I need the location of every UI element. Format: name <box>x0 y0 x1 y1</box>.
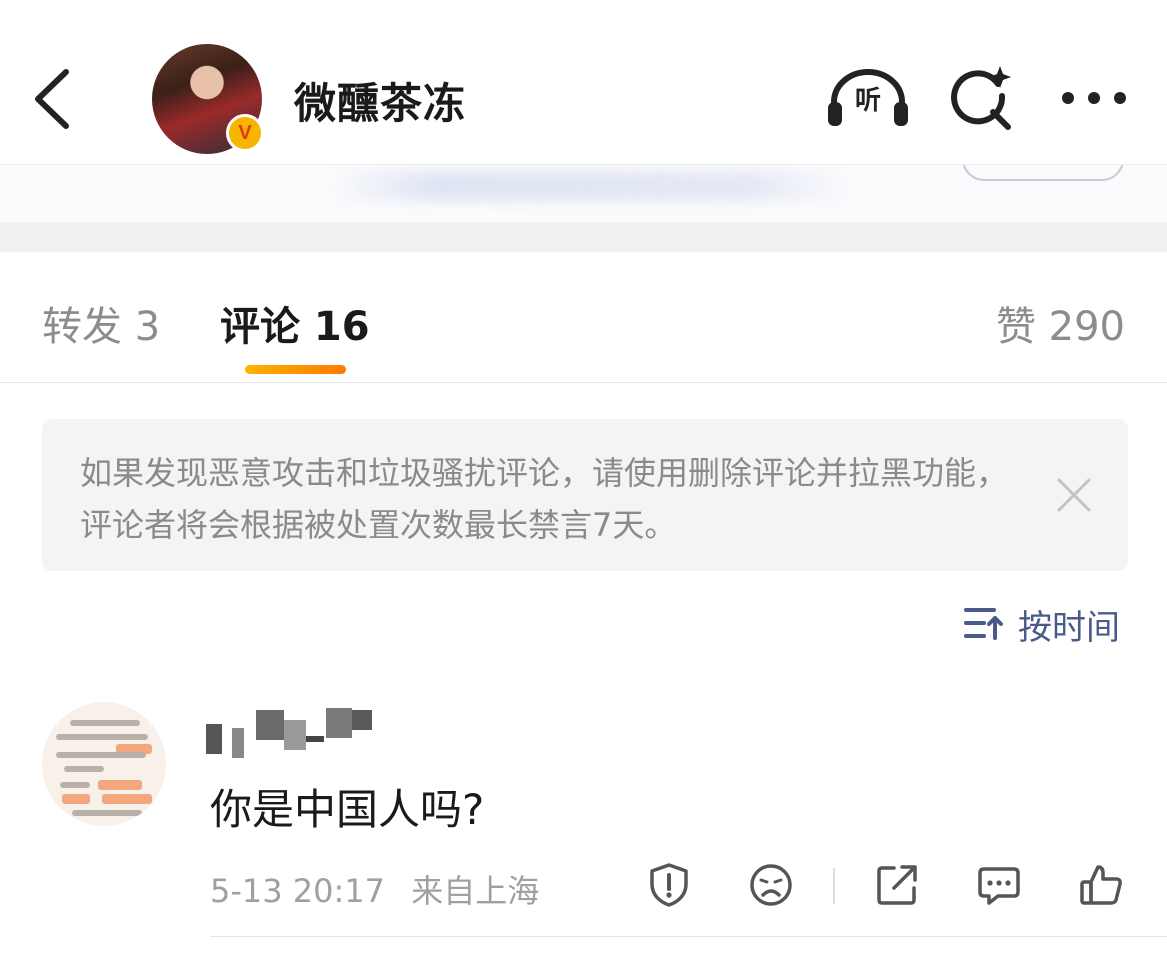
avatar-text-line <box>64 766 104 772</box>
avatar-highlight <box>62 794 90 804</box>
avatar-text-line <box>56 734 148 740</box>
avatar-text-line <box>70 720 140 726</box>
verified-badge: V <box>226 114 264 152</box>
mosaic-block <box>306 736 324 742</box>
avatar-highlight <box>102 794 152 804</box>
comment-text: 你是中国人吗? <box>210 785 485 834</box>
listen-label: 听 <box>854 86 881 116</box>
blurred-text <box>330 171 850 201</box>
report-icon[interactable] <box>646 862 692 908</box>
mosaic-block <box>284 720 306 750</box>
ai-search-icon[interactable] <box>944 62 1018 136</box>
sort-label: 按时间 <box>1018 608 1120 648</box>
moderation-notice: 如果发现恶意攻击和垃圾骚扰评论，请使用删除评论并拉黑功能，评论者将会根据被处置次… <box>42 419 1128 571</box>
section-separator <box>0 222 1167 252</box>
sort-icon <box>964 608 1003 640</box>
author-avatar[interactable]: V <box>152 44 264 154</box>
mosaic-block <box>326 708 352 738</box>
tab-comment[interactable]: 评论 16 <box>220 294 370 352</box>
like-icon[interactable] <box>1078 862 1124 908</box>
tab-repost[interactable]: 转发 3 <box>42 294 160 352</box>
comment-time: 5-13 20:17 <box>210 872 386 910</box>
comment-location: 来自上海 <box>411 872 540 910</box>
dislike-face-icon[interactable] <box>748 862 794 908</box>
top-bar: V 微醺茶冻 听 <box>0 0 1167 164</box>
mosaic-block <box>256 710 284 740</box>
share-icon[interactable] <box>874 862 920 908</box>
avatar-highlight <box>98 780 142 790</box>
post-content-peek <box>0 164 1167 223</box>
tab-like[interactable]: 赞 290 <box>996 294 1125 352</box>
action-separator <box>833 868 835 904</box>
notice-text: 如果发现恶意攻击和垃圾骚扰评论，请使用删除评论并拉黑功能，评论者将会根据被处置次… <box>80 454 1009 544</box>
close-icon[interactable] <box>1056 477 1092 513</box>
interaction-tabs: 转发 3 评论 16 赞 290 <box>0 252 1167 383</box>
comment-divider <box>210 936 1167 937</box>
active-tab-indicator <box>245 365 346 374</box>
back-arrow-icon[interactable] <box>28 64 84 134</box>
commenter-avatar[interactable] <box>42 702 166 826</box>
avatar-text-line <box>60 782 90 788</box>
commenter-name-mosaic[interactable] <box>206 706 376 758</box>
mosaic-block <box>206 724 222 754</box>
author-name[interactable]: 微醺茶冻 <box>294 70 466 131</box>
verified-badge-label: V <box>238 122 252 144</box>
comment-meta: 5-13 20:17 来自上海 <box>210 866 539 912</box>
mosaic-block <box>232 728 244 758</box>
avatar-text-line <box>72 810 142 816</box>
mosaic-block <box>352 710 372 730</box>
comment-page: V 微醺茶冻 听 转发 3 评论 16 赞 290 如果发现恶意攻击和垃圾骚扰评… <box>0 0 1167 963</box>
listen-button[interactable]: 听 <box>826 66 910 130</box>
peek-button-outline[interactable] <box>962 165 1124 181</box>
avatar-text-line <box>56 752 146 758</box>
reply-icon[interactable] <box>976 862 1022 908</box>
more-icon[interactable] <box>1058 78 1132 118</box>
